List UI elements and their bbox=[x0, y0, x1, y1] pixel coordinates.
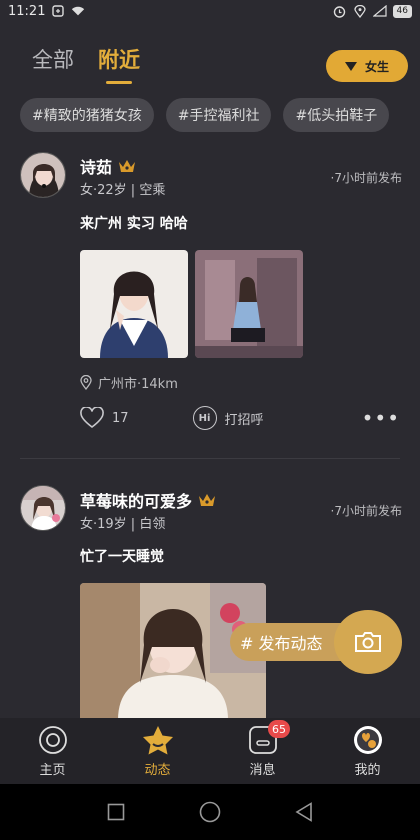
home-circle-icon bbox=[38, 725, 67, 754]
nav-home-label: 主页 bbox=[39, 762, 66, 778]
bottom-navigation: 主页 动态 65 消息 我的 bbox=[0, 718, 420, 784]
back-icon[interactable] bbox=[295, 802, 313, 822]
system-navigation-bar bbox=[0, 784, 420, 840]
unread-badge: 65 bbox=[268, 720, 290, 738]
profile-avatar-icon bbox=[353, 725, 382, 754]
nav-messages-label: 消息 bbox=[249, 762, 276, 778]
home-system-icon[interactable] bbox=[199, 801, 221, 823]
publish-post-button[interactable]: # 发布动态 bbox=[230, 610, 402, 674]
nav-messages[interactable]: 65 消息 bbox=[210, 718, 315, 784]
star-feed-icon bbox=[142, 725, 173, 754]
nav-feed[interactable]: 动态 bbox=[105, 718, 210, 784]
post-time: ·7小时前发布 bbox=[330, 504, 402, 518]
vip-crown-icon bbox=[199, 494, 216, 506]
post-content: 忙了一天睡觉 bbox=[80, 549, 164, 565]
user-name[interactable]: 草莓味的可爱多 bbox=[80, 488, 216, 512]
camera-icon bbox=[334, 610, 402, 674]
user-avatar[interactable] bbox=[20, 485, 66, 531]
nav-profile[interactable]: 我的 bbox=[315, 718, 420, 784]
nav-home[interactable]: 主页 bbox=[0, 718, 105, 784]
user-name-text: 草莓味的可爱多 bbox=[80, 492, 193, 511]
recent-apps-icon[interactable] bbox=[107, 803, 125, 821]
nav-feed-label: 动态 bbox=[144, 762, 171, 778]
nav-profile-label: 我的 bbox=[354, 762, 381, 778]
user-meta: 女·19岁 | 白领 bbox=[80, 517, 166, 532]
